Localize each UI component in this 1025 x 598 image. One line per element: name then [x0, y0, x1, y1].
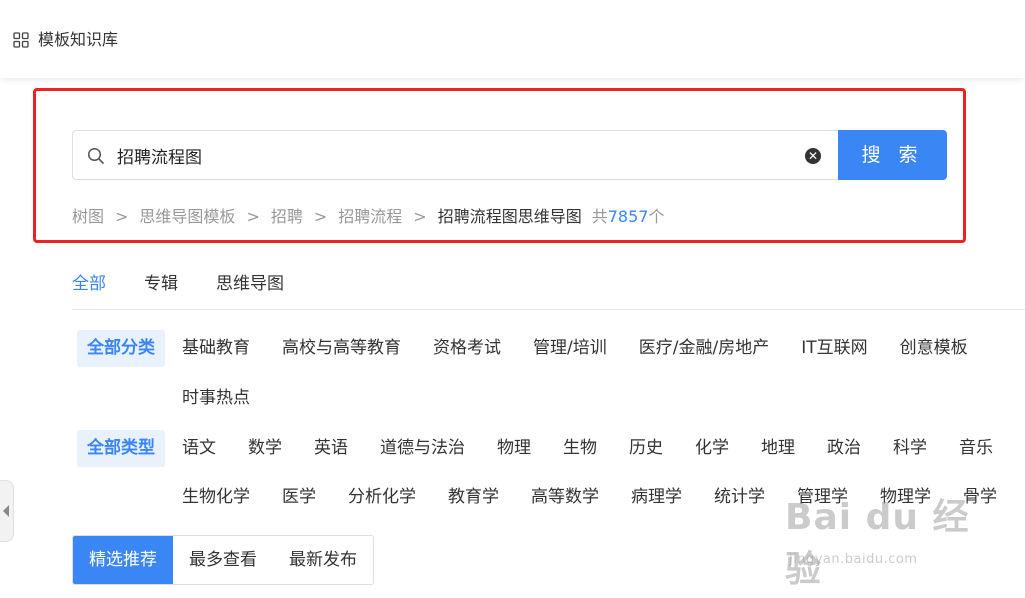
category-item[interactable]: 高校与高等教育 — [282, 330, 401, 367]
category-item[interactable]: 基础教育 — [182, 330, 250, 367]
type-item[interactable]: 语文 — [182, 430, 216, 467]
breadcrumb-separator: > — [413, 207, 427, 226]
breadcrumb: 树图 > 思维导图模板 > 招聘 > 招聘流程 > 招聘流程图思维导图 共7857个 — [72, 205, 664, 229]
type-item[interactable]: 分析化学 — [348, 479, 416, 516]
search-input[interactable] — [117, 131, 797, 179]
breadcrumb-separator: > — [313, 207, 328, 226]
watermark-url: jingyan.baidu.com — [789, 552, 918, 567]
grid-icon[interactable] — [13, 32, 29, 48]
search-bar: ✕ — [72, 130, 838, 180]
tab-all[interactable]: 全部 — [72, 270, 106, 298]
filter-all-types[interactable]: 全部类型 — [77, 430, 165, 467]
category-item[interactable]: 时事热点 — [182, 380, 250, 417]
tabs-divider — [72, 309, 1025, 310]
type-item[interactable]: 物理 — [497, 430, 531, 467]
sidebar-collapse-handle[interactable] — [0, 480, 14, 542]
search-button[interactable]: 搜 索 — [838, 130, 947, 180]
top-bar: 模板知识库 — [0, 0, 1025, 78]
breadcrumb-separator: > — [246, 207, 260, 226]
type-item[interactable]: 生物化学 — [182, 479, 250, 516]
result-count: 共7857个 — [592, 207, 665, 226]
type-item[interactable]: 教育学 — [448, 479, 499, 516]
breadcrumb-separator: > — [115, 207, 129, 226]
category-item[interactable]: 医疗/金融/房地产 — [639, 330, 769, 367]
type-item[interactable]: 地理 — [761, 430, 795, 467]
type-item[interactable]: 道德与法治 — [380, 430, 465, 467]
watermark-logo: Bai du 经验 — [785, 497, 970, 590]
type-item[interactable]: 病理学 — [631, 479, 682, 516]
category-item[interactable]: 资格考试 — [433, 330, 501, 367]
type-item[interactable]: 英语 — [314, 430, 348, 467]
tab-album[interactable]: 专辑 — [144, 270, 178, 298]
clear-icon[interactable]: ✕ — [805, 148, 821, 164]
baidu-jingyan-watermark: Bai du 经验 jingyan.baidu.com — [785, 488, 985, 590]
category-item[interactable]: 管理/培训 — [533, 330, 607, 367]
type-item[interactable]: 科学 — [893, 430, 927, 467]
sort-newest-button[interactable]: 最新发布 — [273, 536, 373, 584]
count-suffix: 个 — [648, 207, 665, 226]
content-tabs: 全部 专辑 思维导图 — [72, 270, 322, 298]
count-prefix: 共 — [591, 207, 608, 226]
type-item[interactable]: 统计学 — [714, 479, 765, 516]
filter-all-categories[interactable]: 全部分类 — [77, 330, 165, 367]
page-title[interactable]: 模板知识库 — [38, 29, 118, 51]
type-item[interactable]: 政治 — [827, 430, 861, 467]
category-item[interactable]: 创意模板 — [900, 330, 968, 367]
category-row: 基础教育 高校与高等教育 资格考试 管理/培训 医疗/金融/房地产 IT互联网 创意模板 — [182, 330, 968, 367]
count-number: 7857 — [607, 207, 649, 226]
category-item[interactable]: IT互联网 — [801, 330, 867, 367]
type-item[interactable]: 生物 — [563, 430, 597, 467]
category-row: 时事热点 — [182, 380, 250, 417]
search-icon — [87, 147, 104, 164]
breadcrumb-item[interactable]: 招聘 — [271, 207, 303, 226]
chevron-left-icon — [3, 505, 9, 517]
type-item[interactable]: 高等数学 — [531, 479, 599, 516]
type-item[interactable]: 音乐 — [959, 430, 993, 467]
type-item[interactable]: 历史 — [629, 430, 663, 467]
type-row: 语文 数学 英语 道德与法治 物理 生物 历史 化学 地理 政治 科学 音乐 — [182, 430, 993, 467]
breadcrumb-item[interactable]: 思维导图模板 — [139, 207, 235, 226]
breadcrumb-item[interactable]: 树图 — [72, 207, 104, 226]
type-item[interactable]: 数学 — [248, 430, 282, 467]
breadcrumb-current: 招聘流程图思维导图 — [437, 207, 582, 226]
type-item[interactable]: 化学 — [695, 430, 729, 467]
sort-toggle-group: 精选推荐 最多查看 最新发布 — [72, 535, 374, 585]
breadcrumb-item[interactable]: 招聘流程 — [338, 207, 402, 226]
tab-mindmap[interactable]: 思维导图 — [216, 270, 284, 298]
sort-most-viewed-button[interactable]: 最多查看 — [173, 536, 273, 584]
sort-featured-button[interactable]: 精选推荐 — [73, 536, 173, 584]
type-item[interactable]: 医学 — [282, 479, 316, 516]
